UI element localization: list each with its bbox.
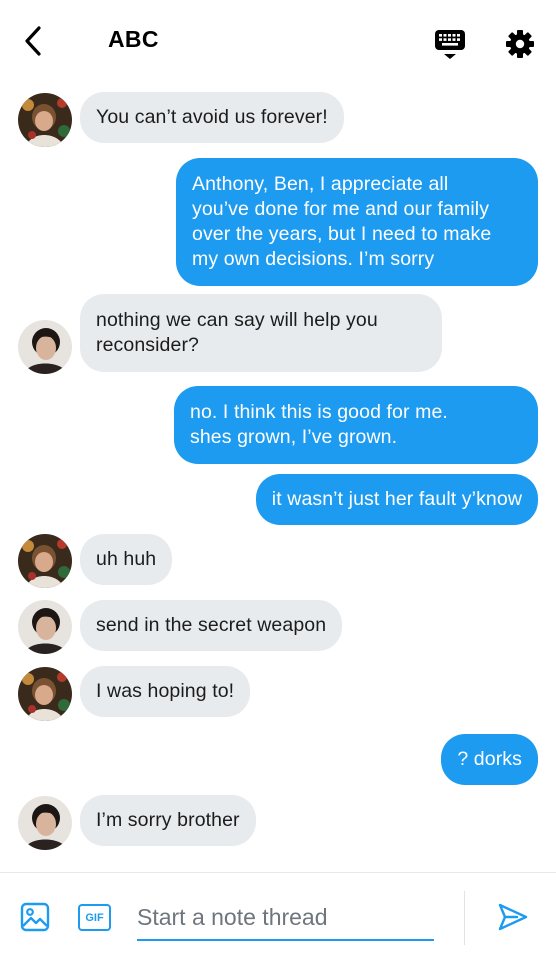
settings-button[interactable] [500, 24, 540, 64]
message-bubble-incoming[interactable]: I’m sorry brother [80, 795, 256, 846]
message-bubble-incoming[interactable]: nothing we can say will help you reconsi… [80, 294, 442, 372]
avatar-photo-2 [18, 600, 72, 654]
avatar-photo-1 [18, 534, 72, 588]
dm-conversation-screen: ABC You can’t avoid us forever! Anthony,… [0, 0, 556, 960]
avatar[interactable] [18, 534, 72, 588]
keyboard-button[interactable] [430, 24, 470, 64]
keyboard-icon [435, 30, 465, 59]
add-media-button[interactable] [19, 901, 51, 933]
message-bubble-incoming[interactable]: I was hoping to! [80, 666, 251, 717]
send-button[interactable] [495, 899, 531, 935]
back-button[interactable] [14, 22, 52, 60]
avatar-photo-2 [18, 320, 72, 374]
note-thread-input[interactable] [137, 895, 434, 941]
avatar-photo-2 [18, 796, 72, 850]
avatar[interactable] [18, 600, 72, 654]
gear-icon [506, 30, 534, 58]
back-arrow-icon [25, 26, 41, 56]
message-composer: GIF [0, 872, 556, 960]
avatar[interactable] [18, 796, 72, 850]
message-bubble-outgoing[interactable]: Anthony, Ben, I appreciate all you’ve do… [176, 158, 538, 286]
avatar[interactable] [18, 93, 72, 147]
avatar-photo-1 [18, 93, 72, 147]
add-gif-button[interactable]: GIF [78, 904, 111, 931]
composer-divider [464, 891, 465, 945]
message-bubble-incoming[interactable]: send in the secret weapon [80, 600, 343, 651]
message-bubble-incoming[interactable]: You can’t avoid us forever! [80, 92, 344, 143]
avatar[interactable] [18, 667, 72, 721]
conversation-title: ABC [108, 26, 159, 52]
avatar-photo-1 [18, 667, 72, 721]
message-bubble-incoming[interactable]: uh huh [80, 534, 173, 585]
image-icon [20, 902, 50, 932]
send-icon [498, 903, 528, 931]
conversation-header: ABC [0, 0, 556, 82]
message-bubble-outgoing[interactable]: it wasn’t just her fault y’know [255, 474, 538, 525]
avatar[interactable] [18, 320, 72, 374]
message-bubble-outgoing[interactable]: ? dorks [441, 734, 538, 785]
message-bubble-outgoing[interactable]: no. I think this is good for me. shes gr… [174, 386, 538, 464]
